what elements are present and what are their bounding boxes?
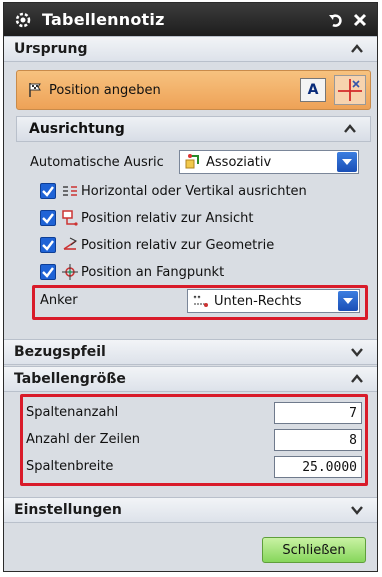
spaltenbreite-label: Spaltenbreite <box>26 459 114 474</box>
chevron-up-icon[interactable] <box>349 41 365 57</box>
check-horizontal-vertical[interactable]: Horizontal oder Vertikal ausrichten <box>40 183 307 199</box>
text-point-button[interactable]: A <box>300 78 326 102</box>
anker-dropdown[interactable]: Unten-Rechts <box>187 289 360 313</box>
chevron-up-icon[interactable] <box>349 371 365 387</box>
section-ausrichtung-label: Ausrichtung <box>29 121 125 137</box>
section-ursprung-label: Ursprung <box>14 41 88 57</box>
zeilen-input[interactable]: 8 <box>274 429 362 451</box>
checkbox-icon[interactable] <box>40 210 56 226</box>
reset-icon[interactable] <box>325 9 347 31</box>
check-label: Horizontal oder Vertikal ausrichten <box>81 183 307 199</box>
zeilen-label: Anzahl der Zeilen <box>26 432 140 447</box>
section-bezugspfeil[interactable]: Bezugspfeil <box>4 339 377 365</box>
chevron-down-icon[interactable] <box>349 502 365 518</box>
spaltenanzahl-row: Spaltenanzahl <box>26 405 118 420</box>
check-label: Position an Fangpunkt <box>81 264 225 280</box>
anker-row: Anker <box>40 293 78 308</box>
section-tabellengroesse-label: Tabellengröße <box>14 371 126 387</box>
tabellennotiz-dialog: Tabellennotiz Ursprung Position angeben … <box>3 2 378 572</box>
check-label: Position relativ zur Geometrie <box>81 237 275 253</box>
check-snap-point[interactable]: Position an Fangpunkt <box>40 264 224 280</box>
snap-point-icon <box>62 264 78 280</box>
zeilen-row: Anzahl der Zeilen <box>26 432 140 447</box>
gear-icon[interactable] <box>12 9 34 31</box>
view-relative-icon <box>62 210 78 226</box>
spaltenbreite-input[interactable]: 25.0000 <box>274 456 362 478</box>
text-point-icon: A <box>307 82 319 98</box>
chevron-down-icon[interactable] <box>337 152 357 172</box>
checkbox-icon[interactable] <box>40 264 56 280</box>
chevron-down-icon[interactable] <box>349 344 365 360</box>
position-angeben-label: Position angeben <box>49 82 161 98</box>
section-einstellungen-label: Einstellungen <box>14 502 122 518</box>
section-tabellengroesse[interactable]: Tabellengröße <box>4 366 377 392</box>
align-lines-icon <box>62 183 78 199</box>
auto-align-row: Automatische Ausric <box>30 155 164 170</box>
anker-value: Unten-Rechts <box>214 293 302 309</box>
section-bezugspfeil-label: Bezugspfeil <box>14 344 106 360</box>
checkbox-icon[interactable] <box>40 183 56 199</box>
check-relative-view[interactable]: Position relativ zur Ansicht <box>40 210 253 226</box>
auto-align-label: Automatische Ausric <box>30 155 164 170</box>
associative-icon <box>184 153 202 171</box>
chevron-down-icon[interactable] <box>338 291 358 311</box>
title-bar: Tabellennotiz <box>4 3 377 36</box>
window-title: Tabellennotiz <box>42 10 165 29</box>
close-icon[interactable] <box>349 9 371 31</box>
position-angeben-row[interactable]: Position angeben A <box>16 70 371 110</box>
point-crosshair-icon <box>338 79 362 101</box>
close-button[interactable]: Schließen <box>262 537 366 563</box>
chevron-up-icon[interactable] <box>342 121 358 137</box>
anchor-bottom-right-icon <box>192 292 210 310</box>
section-einstellungen[interactable]: Einstellungen <box>4 497 377 523</box>
geometry-relative-icon <box>62 237 78 253</box>
flag-icon <box>29 83 41 97</box>
section-ausrichtung[interactable]: Ausrichtung <box>16 116 371 142</box>
point-dialog-button[interactable] <box>334 75 366 105</box>
check-relative-geometry[interactable]: Position relativ zur Geometrie <box>40 237 274 253</box>
auto-align-dropdown[interactable]: Assoziativ <box>179 150 359 174</box>
spaltenbreite-row: Spaltenbreite <box>26 459 113 474</box>
auto-align-value: Assoziativ <box>206 154 272 170</box>
spaltenanzahl-input[interactable]: 7 <box>274 402 362 424</box>
section-ursprung[interactable]: Ursprung <box>4 36 377 62</box>
check-label: Position relativ zur Ansicht <box>81 210 254 226</box>
anker-label: Anker <box>40 293 78 308</box>
spaltenanzahl-label: Spaltenanzahl <box>26 405 119 420</box>
checkbox-icon[interactable] <box>40 237 56 253</box>
